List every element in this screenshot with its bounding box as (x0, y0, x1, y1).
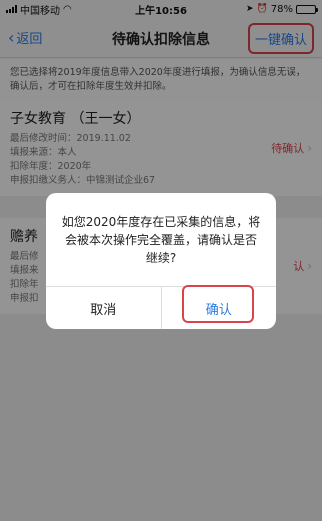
highlight-box (181, 285, 254, 323)
cancel-button[interactable]: 取消 (46, 287, 162, 329)
confirm-button[interactable]: 确认 (162, 285, 277, 329)
dialog-message: 如您2020年度存在已采集的信息，将会被本次操作完全覆盖，请确认是否继续? (46, 193, 276, 287)
dialog-actions: 取消 确认 (46, 285, 277, 329)
cancel-label: 取消 (90, 302, 117, 318)
confirm-dialog: 如您2020年度存在已采集的信息，将会被本次操作完全覆盖，请确认是否继续? 取消… (46, 193, 276, 329)
